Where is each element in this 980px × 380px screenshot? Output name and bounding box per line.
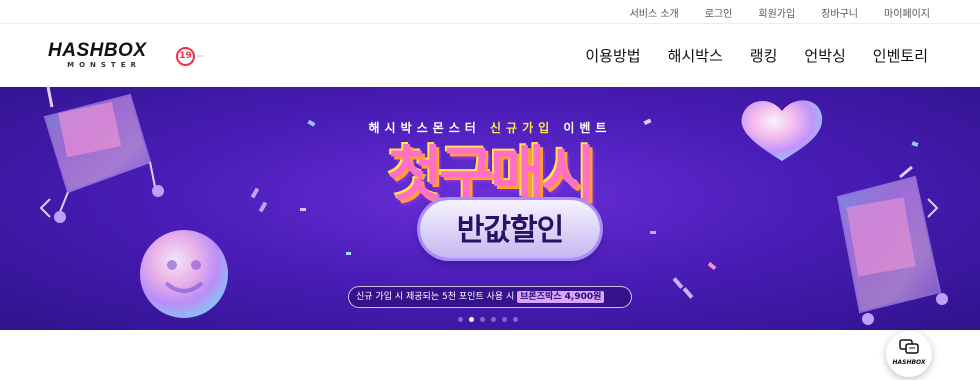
nav-inventory[interactable]: 인벤토리	[873, 45, 928, 66]
nav-unboxing[interactable]: 언박싱	[804, 45, 845, 66]
event-kicker: 해시박스몬스터 신규가입 이벤트	[0, 119, 980, 136]
next-slide-arrow-icon[interactable]	[926, 197, 940, 219]
age-19-badge: 19	[176, 47, 195, 66]
info-emphasis: 브론즈박스 4,900원	[517, 291, 605, 303]
nav-how-to-use[interactable]: 이용방법	[585, 45, 640, 66]
link-signup[interactable]: 회원가입	[758, 5, 795, 20]
slide-dot-5[interactable]	[502, 317, 507, 322]
logo-wordmark: HASHBOX	[48, 40, 147, 61]
info-text: 신규 가입 시 제공되는 5천 포인트 사용 시 브론즈박스 4,900원	[356, 289, 605, 303]
chat-widget-button[interactable]: HASHBOX	[886, 331, 932, 377]
kicker-highlight: 신규가입	[489, 121, 555, 135]
left-cart-illustration	[43, 87, 164, 223]
half-price-text: 반값할인	[456, 213, 564, 248]
chat-widget-label: HASHBOX	[892, 359, 926, 366]
link-login[interactable]: 로그인	[705, 5, 733, 20]
nav-hashbox[interactable]: 해시박스	[668, 45, 723, 66]
slide-dot-4[interactable]	[491, 317, 496, 322]
age-badge-tail	[197, 55, 203, 57]
kicker-brand: 해시박스몬스터	[368, 121, 481, 135]
kicker-event: 이벤트	[563, 121, 612, 135]
slide-dot-6[interactable]	[513, 317, 518, 322]
link-cart[interactable]: 장바구니	[821, 5, 858, 20]
nav-ranking[interactable]: 랭킹	[750, 45, 778, 66]
hashbox-logo[interactable]: HASHBOX MONSTER	[48, 41, 168, 73]
slide-dot-2[interactable]	[469, 317, 474, 322]
link-mypage[interactable]: 마이페이지	[884, 5, 930, 20]
info-description: 신규 가입 시 제공되는 5천 포인트 사용 시	[356, 292, 515, 302]
top-utility-bar: 서비스 소개 로그인 회원가입 장바구니 마이페이지	[0, 0, 980, 24]
chat-bubbles-icon	[899, 339, 919, 354]
logo-subtitle: MONSTER	[67, 61, 141, 69]
smiley-orb	[140, 230, 228, 318]
main-nav: 이용방법 해시박스 랭킹 언박싱 인벤토리	[558, 45, 928, 66]
slide-dot-3[interactable]	[480, 317, 485, 322]
link-service-intro[interactable]: 서비스 소개	[630, 5, 679, 20]
hero-banner[interactable]: 해시박스몬스터 신규가입 이벤트 첫구매시 반값할인 신규 가입 시 제공되는 …	[0, 87, 980, 330]
right-cart-illustration	[836, 165, 948, 325]
slide-dot-1[interactable]	[458, 317, 463, 322]
utility-links: 서비스 소개 로그인 회원가입 장바구니 마이페이지	[604, 5, 930, 20]
main-header: HASHBOX MONSTER 19 이용방법 해시박스 랭킹 언박싱 인벤토리	[0, 25, 980, 87]
prev-slide-arrow-icon[interactable]	[38, 197, 52, 219]
slide-pagination	[458, 317, 524, 322]
